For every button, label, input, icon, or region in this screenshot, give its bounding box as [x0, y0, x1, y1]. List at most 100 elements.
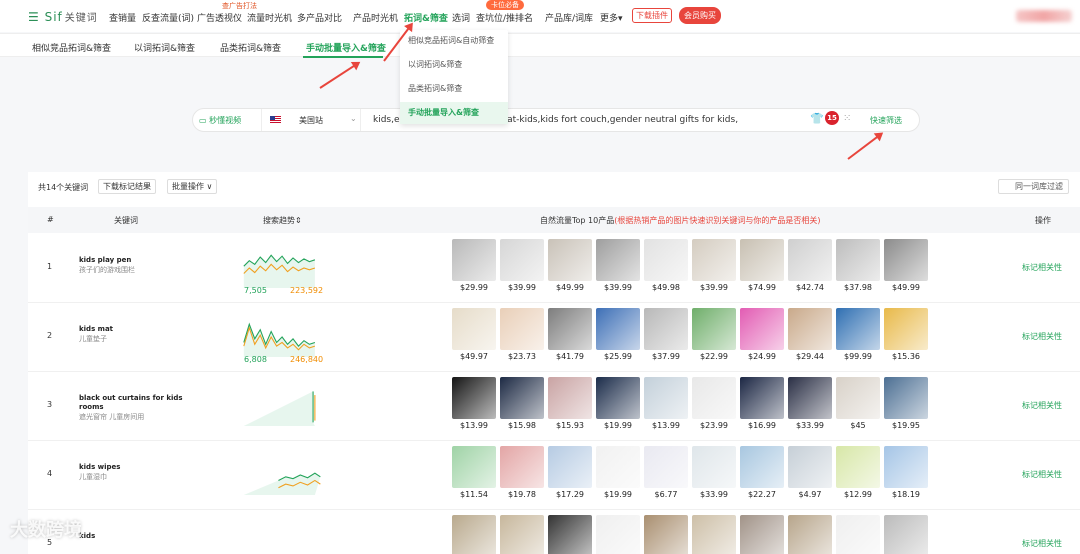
product-card[interactable] [836, 515, 880, 554]
product-card[interactable]: $13.99 [644, 377, 688, 430]
product-card[interactable]: $13.99 [452, 377, 496, 430]
product-card[interactable]: $41.79 [548, 308, 592, 361]
trend-chart[interactable] [242, 384, 324, 428]
product-card[interactable]: $16.99 [740, 377, 784, 430]
product-image[interactable] [548, 308, 592, 350]
product-card[interactable]: $39.99 [596, 239, 640, 292]
product-card[interactable]: $19.95 [884, 377, 928, 430]
menu-item-category-expand[interactable]: 品类拓词&筛查 [400, 78, 508, 100]
product-image[interactable] [500, 308, 544, 350]
product-card[interactable]: $45 [836, 377, 880, 430]
nav-product-timemachine[interactable]: 产品时光机 [353, 11, 398, 24]
product-card[interactable]: $22.99 [692, 308, 736, 361]
download-plugin-button[interactable]: 下载插件 [632, 8, 672, 23]
product-card[interactable]: $25.99 [596, 308, 640, 361]
mark-relevance-link[interactable]: 标记相关性 [1022, 331, 1062, 342]
product-card[interactable]: $4.97 [788, 446, 832, 499]
logo[interactable]: ☰ Sif 关键词 [28, 9, 98, 24]
product-card[interactable]: $49.99 [884, 239, 928, 292]
nav-library[interactable]: 产品库/词库 [545, 11, 593, 24]
product-card[interactable] [740, 515, 784, 554]
product-image[interactable] [836, 377, 880, 419]
nav-sales[interactable]: 查销量 [109, 11, 136, 24]
product-card[interactable] [500, 515, 544, 554]
nav-word-select[interactable]: 选词 [452, 11, 470, 24]
product-card[interactable]: $74.99 [740, 239, 784, 292]
product-image[interactable] [644, 308, 688, 350]
product-image[interactable] [692, 239, 736, 281]
product-card[interactable] [596, 515, 640, 554]
download-results-button[interactable]: 下载标记结果 [98, 179, 156, 194]
product-card[interactable] [884, 515, 928, 554]
product-card[interactable]: $18.19 [884, 446, 928, 499]
product-image[interactable] [692, 446, 736, 488]
product-image[interactable] [884, 308, 928, 350]
product-image[interactable] [644, 239, 688, 281]
menu-item-word-expand[interactable]: 以词拓词&筛查 [400, 54, 508, 76]
user-account[interactable] [1016, 10, 1072, 22]
product-image[interactable] [788, 239, 832, 281]
keyword-text[interactable]: kids play pen [79, 256, 189, 265]
trend-chart[interactable] [242, 453, 324, 497]
product-card[interactable]: $49.97 [452, 308, 496, 361]
nav-more[interactable]: 更多▾ [600, 11, 623, 24]
keyword-text[interactable]: black out curtains for kids rooms [79, 394, 189, 412]
product-image[interactable] [452, 239, 496, 281]
tab-manual-import[interactable]: 手动批量导入&筛查 [306, 41, 386, 54]
product-card[interactable] [692, 515, 736, 554]
trend-chart[interactable] [242, 522, 324, 554]
nav-ad-insight[interactable]: 广告透视仪 [197, 11, 242, 24]
product-card[interactable] [452, 515, 496, 554]
product-card[interactable]: $23.73 [500, 308, 544, 361]
tab-category-expand[interactable]: 品类拓词&筛查 [220, 41, 281, 54]
nav-rank[interactable]: 查坑位/推排名 [476, 11, 533, 24]
product-card[interactable] [644, 515, 688, 554]
product-image[interactable] [452, 308, 496, 350]
product-card[interactable]: $99.99 [836, 308, 880, 361]
product-image[interactable] [836, 308, 880, 350]
product-image[interactable] [692, 515, 736, 554]
product-image[interactable] [644, 515, 688, 554]
mark-relevance-link[interactable]: 标记相关性 [1022, 538, 1062, 549]
product-image[interactable] [788, 308, 832, 350]
product-card[interactable]: $37.99 [644, 308, 688, 361]
product-image[interactable] [884, 239, 928, 281]
product-card[interactable]: $19.99 [596, 446, 640, 499]
product-card[interactable]: $29.44 [788, 308, 832, 361]
shirt-icon[interactable]: 👕 [810, 112, 824, 125]
product-card[interactable]: $19.99 [596, 377, 640, 430]
product-card[interactable]: $49.98 [644, 239, 688, 292]
keyword-text[interactable]: kids mat [79, 325, 189, 334]
product-image[interactable] [452, 446, 496, 488]
product-image[interactable] [500, 239, 544, 281]
product-card[interactable]: $29.99 [452, 239, 496, 292]
product-card[interactable]: $6.77 [644, 446, 688, 499]
product-card[interactable]: $37.98 [836, 239, 880, 292]
mark-relevance-link[interactable]: 标记相关性 [1022, 469, 1062, 480]
product-image[interactable] [596, 446, 640, 488]
col-trend[interactable]: 搜索趋势⇕ [263, 215, 302, 226]
menu-item-manual-import[interactable]: 手动批量导入&筛查 [400, 102, 508, 124]
product-card[interactable]: $15.93 [548, 377, 592, 430]
product-card[interactable] [548, 515, 592, 554]
product-image[interactable] [596, 377, 640, 419]
product-card[interactable]: $11.54 [452, 446, 496, 499]
batch-action-button[interactable]: 批量操作 ∨ [167, 179, 218, 194]
mark-relevance-link[interactable]: 标记相关性 [1022, 400, 1062, 411]
product-image[interactable] [500, 446, 544, 488]
product-image[interactable] [596, 239, 640, 281]
tab-similar-product[interactable]: 相似竞品拓词&筛查 [32, 41, 111, 54]
buy-vip-button[interactable]: 会员购买 [679, 7, 721, 24]
product-image[interactable] [884, 446, 928, 488]
product-card[interactable]: $33.99 [692, 446, 736, 499]
product-image[interactable] [644, 446, 688, 488]
menu-item-similar-auto[interactable]: 相似竞品拓词&自动筛查 [400, 30, 508, 52]
product-image[interactable] [836, 515, 880, 554]
keyword-text[interactable]: kids wipes [79, 463, 189, 472]
product-card[interactable]: $24.99 [740, 308, 784, 361]
keyword-text[interactable]: kids [79, 532, 189, 541]
trend-chart[interactable] [242, 315, 324, 359]
mark-relevance-link[interactable]: 标记相关性 [1022, 262, 1062, 273]
video-help-button[interactable]: ▭ 秒懂视频 [199, 113, 253, 128]
product-card[interactable]: $22.27 [740, 446, 784, 499]
